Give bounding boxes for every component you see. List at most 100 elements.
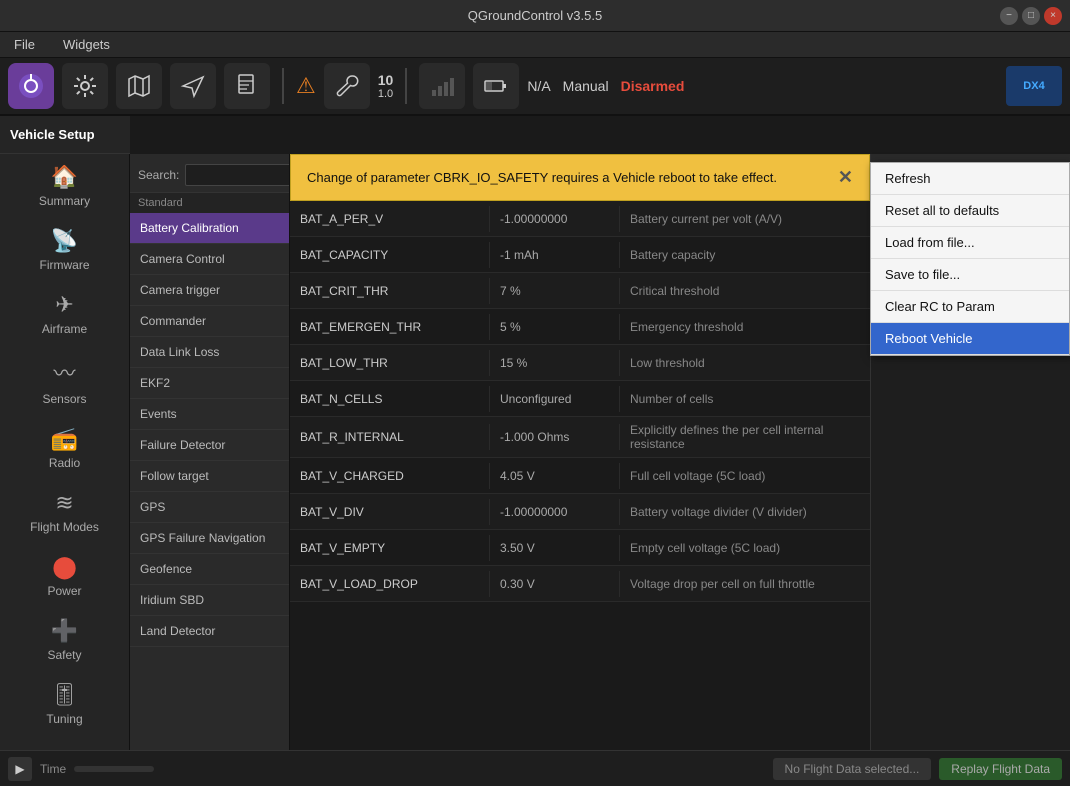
table-row[interactable]: BAT_V_CHARGED 4.05 V Full cell voltage (… (290, 458, 870, 494)
timeline-track[interactable] (74, 766, 154, 772)
param-category-camera-trigger[interactable]: Camera trigger (130, 275, 289, 306)
sidebar-item-firmware[interactable]: 📡 Firmware (0, 218, 129, 282)
search-input[interactable] (185, 164, 290, 186)
toolbar-sep-1 (282, 68, 284, 104)
param-desc: Number of cells (620, 386, 870, 412)
table-row[interactable]: BAT_A_PER_V -1.00000000 Battery current … (290, 201, 870, 237)
sidebar-item-flight-modes[interactable]: ≋ Flight Modes (0, 480, 129, 544)
alert-close-button[interactable]: ✕ (838, 167, 853, 188)
param-desc: Battery capacity (620, 242, 870, 268)
sidenav: 🏠 Summary 📡 Firmware ✈ Airframe 〰 Sensor… (0, 154, 130, 750)
param-category-events[interactable]: Events (130, 399, 289, 430)
param-desc: Battery current per volt (A/V) (620, 206, 870, 232)
param-name: BAT_CRIT_THR (290, 278, 490, 304)
param-name: BAT_V_CHARGED (290, 463, 490, 489)
section-label: Standard (130, 193, 289, 213)
param-value: Unconfigured (490, 386, 620, 412)
wrench-icon[interactable] (324, 63, 370, 109)
sidebar-item-airframe[interactable]: ✈ Airframe (0, 282, 129, 346)
param-name: BAT_V_DIV (290, 499, 490, 525)
table-row[interactable]: BAT_EMERGEN_THR 5 % Emergency threshold (290, 309, 870, 345)
param-desc: Critical threshold (620, 278, 870, 304)
map-toolbar-icon[interactable] (116, 63, 162, 109)
tools-clear-rc[interactable]: Clear RC to Param (871, 291, 1069, 323)
tools-refresh[interactable]: Refresh (871, 163, 1069, 195)
table-row[interactable]: BAT_LOW_THR 15 % Low threshold (290, 345, 870, 381)
app-icon[interactable] (8, 63, 54, 109)
menubar: File Widgets (0, 32, 1070, 58)
settings-toolbar-icon[interactable] (62, 63, 108, 109)
param-desc: Explicitly defines the per cell internal… (620, 417, 870, 457)
maximize-button[interactable]: □ (1022, 7, 1040, 25)
send-toolbar-icon[interactable] (170, 63, 216, 109)
sidebar-item-tuning[interactable]: 🎚 Tuning (0, 672, 129, 736)
close-button[interactable]: × (1044, 7, 1062, 25)
menu-widgets[interactable]: Widgets (57, 35, 116, 54)
safety-icon: ➕ (51, 618, 78, 644)
param-category-failure-detector[interactable]: Failure Detector (130, 430, 289, 461)
document-toolbar-icon[interactable] (224, 63, 270, 109)
tools-load-file[interactable]: Load from file... (871, 227, 1069, 259)
app-title: QGroundControl v3.5.5 (468, 8, 602, 23)
flight-modes-icon: ≋ (55, 490, 73, 516)
toolbar: ⚠ 10 1.0 N/A Manual Disarmed DX4 (0, 58, 1070, 116)
sidebar-item-power[interactable]: ⬤ Power (0, 544, 129, 608)
table-row[interactable]: BAT_V_DIV -1.00000000 Battery voltage di… (290, 494, 870, 530)
titlebar: QGroundControl v3.5.5 − □ × (0, 0, 1070, 32)
param-category-land-detector[interactable]: Land Detector (130, 616, 289, 647)
param-category-commander[interactable]: Commander (130, 306, 289, 337)
status-right: No Flight Data selected... Replay Flight… (773, 758, 1062, 780)
firmware-icon: 📡 (51, 228, 78, 254)
param-category-follow-target[interactable]: Follow target (130, 461, 289, 492)
replay-flight-data-button[interactable]: Replay Flight Data (939, 758, 1062, 780)
param-value: -1.000 Ohms (490, 424, 620, 450)
menu-file[interactable]: File (8, 35, 41, 54)
table-row[interactable]: BAT_CRIT_THR 7 % Critical threshold (290, 273, 870, 309)
param-category-camera-control[interactable]: Camera Control (130, 244, 289, 275)
tools-reset-defaults[interactable]: Reset all to defaults (871, 195, 1069, 227)
toolbar-counter[interactable]: 10 1.0 (378, 72, 394, 100)
main-content: Search: Standard Battery Calibration Cam… (130, 154, 1070, 750)
param-sidebar: Search: Standard Battery Calibration Cam… (130, 154, 290, 750)
table-row[interactable]: BAT_CAPACITY -1 mAh Battery capacity (290, 237, 870, 273)
time-label: Time (40, 762, 66, 776)
sidebar-item-sensors[interactable]: 〰 Sensors (0, 346, 129, 416)
table-row[interactable]: BAT_N_CELLS Unconfigured Number of cells (290, 381, 870, 417)
param-category-gps-failure-nav[interactable]: GPS Failure Navigation (130, 523, 289, 554)
param-value: -1.00000000 (490, 206, 620, 232)
param-category-iridium-sbd[interactable]: Iridium SBD (130, 585, 289, 616)
param-value: 7 % (490, 278, 620, 304)
table-row[interactable]: BAT_R_INTERNAL -1.000 Ohms Explicitly de… (290, 417, 870, 458)
alert-message: Change of parameter CBRK_IO_SAFETY requi… (307, 170, 777, 185)
sidebar-item-radio[interactable]: 📻 Radio (0, 416, 129, 480)
param-value: 15 % (490, 350, 620, 376)
statusbar: ▶ Time No Flight Data selected... Replay… (0, 750, 1070, 786)
minimize-button[interactable]: − (1000, 7, 1018, 25)
airframe-icon: ✈ (55, 292, 73, 318)
param-category-battery-calibration[interactable]: Battery Calibration (130, 213, 289, 244)
tools-reboot-vehicle[interactable]: Reboot Vehicle (871, 323, 1069, 355)
sensors-icon: 〰 (53, 356, 75, 388)
param-desc: Emergency threshold (620, 314, 870, 340)
warning-icon[interactable]: ⚠ (296, 73, 316, 99)
tools-dropdown: Refresh Reset all to defaults Load from … (870, 162, 1070, 356)
param-category-ekf2[interactable]: EKF2 (130, 368, 289, 399)
table-row[interactable]: BAT_V_LOAD_DROP 0.30 V Voltage drop per … (290, 566, 870, 602)
sidebar-item-camera[interactable]: 📷 Camera (0, 736, 129, 750)
battery-icon (473, 63, 519, 109)
param-value: 0.30 V (490, 571, 620, 597)
param-category-data-link-loss[interactable]: Data Link Loss (130, 337, 289, 368)
window-controls: − □ × (1000, 7, 1062, 25)
sidebar-item-summary[interactable]: 🏠 Summary (0, 154, 129, 218)
param-value: 5 % (490, 314, 620, 340)
play-button[interactable]: ▶ (8, 757, 32, 781)
toolbar-sep-2 (405, 68, 407, 104)
param-category-gps[interactable]: GPS (130, 492, 289, 523)
tools-save-file[interactable]: Save to file... (871, 259, 1069, 291)
radio-icon: 📻 (51, 426, 78, 452)
tuning-icon: 🎚 (51, 682, 79, 708)
param-category-geofence[interactable]: Geofence (130, 554, 289, 585)
sidebar-item-safety[interactable]: ➕ Safety (0, 608, 129, 672)
signal-icon (419, 63, 465, 109)
table-row[interactable]: BAT_V_EMPTY 3.50 V Empty cell voltage (5… (290, 530, 870, 566)
